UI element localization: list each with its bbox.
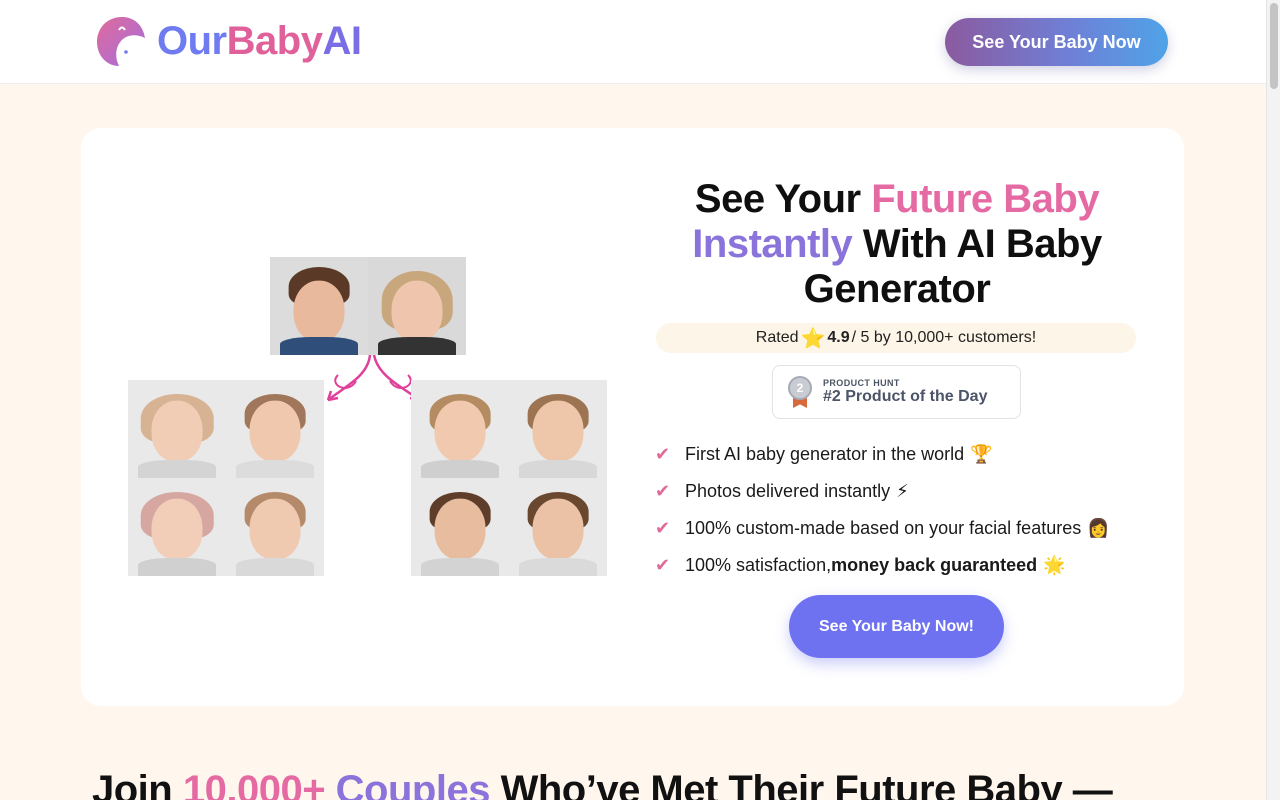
father-photo (270, 257, 368, 355)
product-hunt-label: PRODUCT HUNT (823, 378, 900, 388)
feature-text: Photos delivered instantly (685, 481, 891, 501)
feature-text: First AI baby generator in the world (685, 444, 965, 464)
heading-couples: Couples (335, 768, 491, 800)
rating-bar: Rated ⭐ 4.9 / 5 by 10,000+ customers! (656, 323, 1136, 353)
rating-prefix: Rated (755, 329, 799, 346)
check-icon: ✔ (655, 555, 671, 575)
boy-photo-1 (411, 380, 509, 478)
feature-text: 100% custom-made based on your facial fe… (685, 518, 1082, 538)
glowing-star-icon: 🌟 (1043, 555, 1066, 575)
feature-item: ✔ 100% custom-made based on your facial … (655, 510, 1110, 547)
page-scrollbar[interactable] (1266, 0, 1280, 800)
boy-photo-3 (411, 478, 509, 576)
heading-number: 10,000+ (182, 768, 326, 800)
medal-rank: 2 (788, 376, 812, 400)
logo-text: OurBabyAI (157, 19, 362, 63)
baby-collage-image (128, 257, 609, 578)
heading-part1: Join (92, 768, 183, 800)
hero-title-highlight1: Future Baby (871, 177, 1100, 221)
product-hunt-title: #2 Product of the Day (823, 388, 988, 405)
product-hunt-badge[interactable]: 2 PRODUCT HUNT #2 Product of the Day (772, 365, 1021, 419)
heading-space (325, 768, 336, 800)
check-icon: ✔ (655, 481, 671, 501)
feature-item: ✔ Photos delivered instantly ⚡ (655, 473, 1110, 510)
hero-cta-button[interactable]: See Your Baby Now! (789, 595, 1004, 658)
testimonials-heading: Join 10,000+ Couples Who’ve Met Their Fu… (92, 766, 1182, 800)
baby-logo-icon (97, 17, 145, 66)
trophy-icon: 🏆 (970, 444, 993, 464)
hero-title-part1: See Your (694, 177, 872, 221)
rating-suffix: / 5 by 10,000+ customers! (851, 329, 1037, 346)
girl-photo-3 (128, 478, 226, 576)
lightning-icon: ⚡ (896, 481, 909, 501)
feature-bold-text: money back guaranteed (831, 555, 1038, 575)
header-cta-button[interactable]: See Your Baby Now (945, 18, 1168, 66)
hero-title: See Your Future Baby Instantly With AI B… (689, 177, 1105, 312)
boy-photo-2 (509, 380, 607, 478)
feature-item: ✔ 100% satisfaction, money back guarante… (655, 547, 1110, 584)
rating-score: 4.9 (827, 329, 850, 346)
medal-icon: 2 (787, 376, 813, 408)
girl-photo-1 (128, 380, 226, 478)
feature-list: ✔ First AI baby generator in the world 🏆… (655, 436, 1110, 584)
boy-photo-4 (509, 478, 607, 576)
girl-photo-2 (226, 380, 324, 478)
feature-text: 100% satisfaction, (685, 555, 832, 575)
feature-item: ✔ First AI baby generator in the world 🏆 (655, 436, 1110, 473)
check-icon: ✔ (655, 444, 671, 464)
hero-title-highlight2: Instantly (692, 222, 853, 266)
check-icon: ✔ (655, 518, 671, 538)
logo-text-ai: AI (322, 19, 362, 63)
heading-part2: Who’ve Met Their Future Baby — (489, 768, 1113, 800)
scrollbar-thumb[interactable] (1270, 3, 1278, 89)
woman-icon: 👩 (1087, 518, 1110, 538)
logo-text-baby: Baby (226, 19, 323, 63)
girl-photo-4 (226, 478, 324, 576)
logo-text-our: Our (157, 19, 227, 63)
hero-card: See Your Future Baby Instantly With AI B… (81, 128, 1184, 706)
logo[interactable]: OurBabyAI (95, 14, 362, 68)
mother-photo (368, 257, 466, 355)
site-header: OurBabyAI See Your Baby Now (0, 0, 1266, 84)
star-icon: ⭐ (800, 327, 826, 350)
